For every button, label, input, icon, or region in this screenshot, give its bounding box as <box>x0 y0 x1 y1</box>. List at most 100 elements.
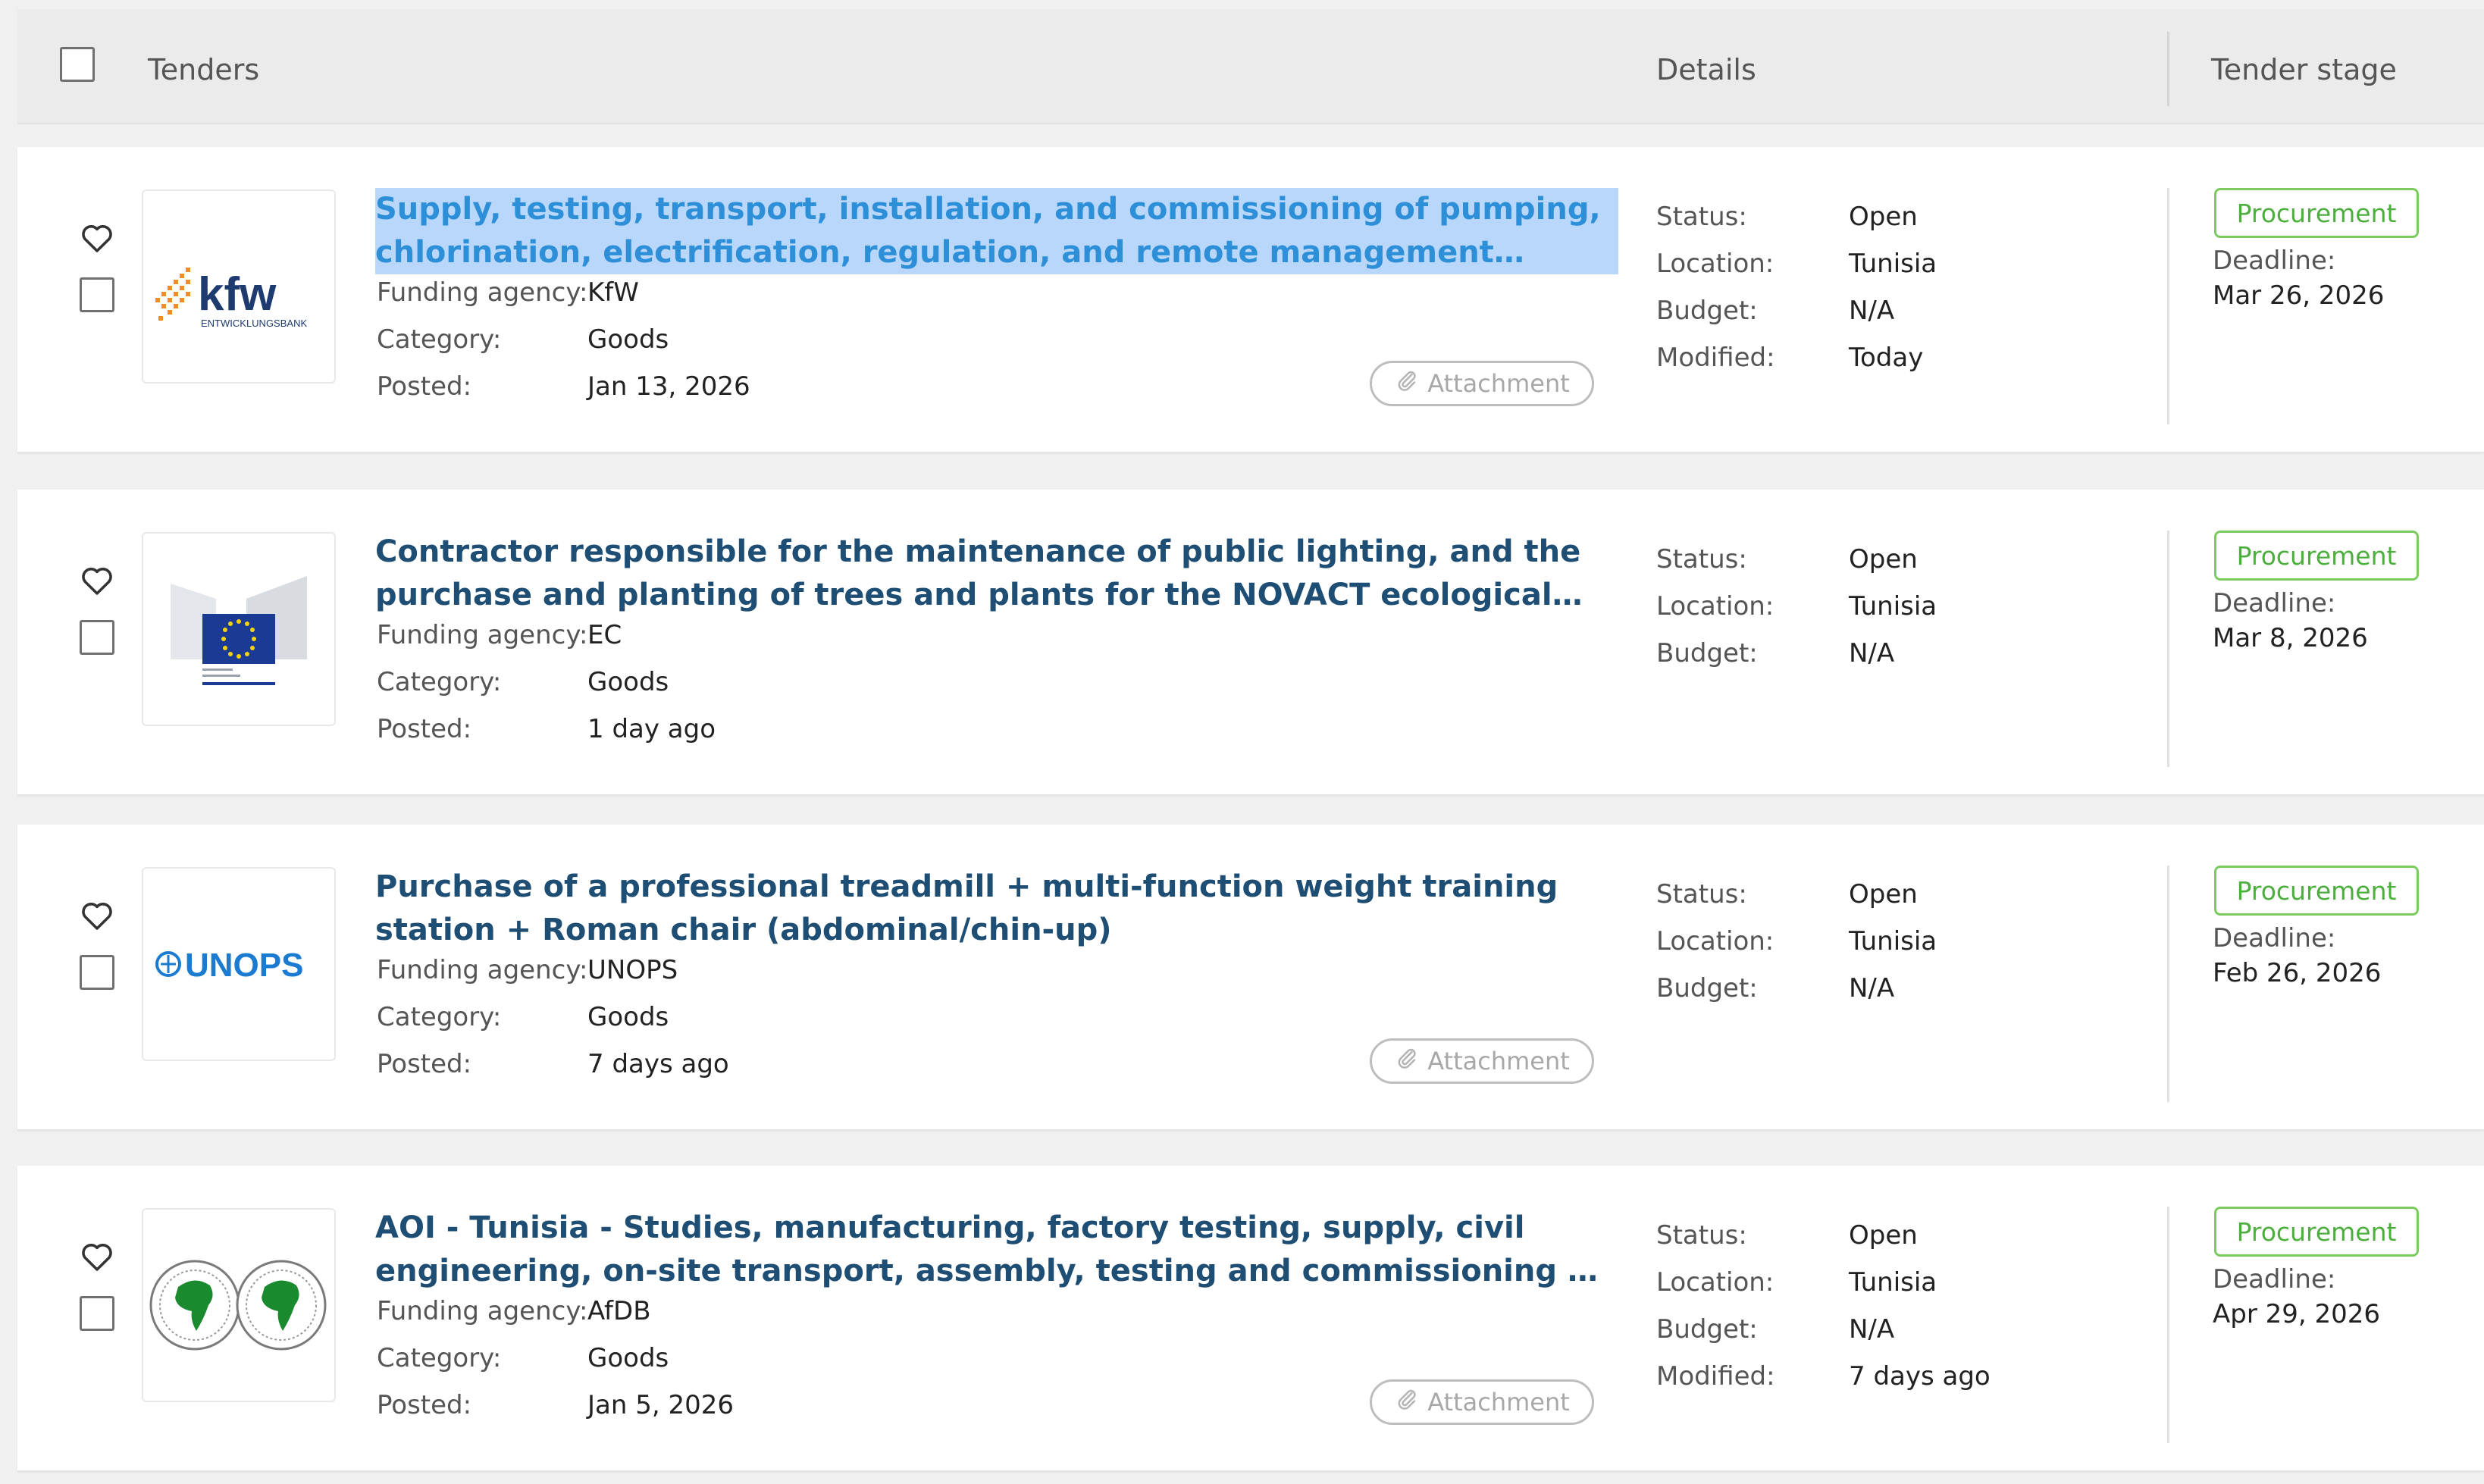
tender-checkbox[interactable] <box>80 277 114 312</box>
funding-agency-value: UNOPS <box>587 955 678 985</box>
tender-card: AOI - Tunisia - Studies, manufacturing, … <box>17 1166 2484 1472</box>
heart-icon[interactable] <box>78 1238 116 1275</box>
heart-icon[interactable] <box>78 562 116 599</box>
stage-badge: Procurement <box>2214 188 2419 238</box>
modified-value: 7 days ago <box>1849 1361 1991 1392</box>
tender-card: Contractor responsible for the maintenan… <box>17 490 2484 796</box>
funding-agency-label: Funding agency: <box>377 277 588 308</box>
attachment-button[interactable]: Attachment <box>1370 361 1594 406</box>
category-value: Goods <box>587 667 669 697</box>
posted-label: Posted: <box>377 371 472 402</box>
posted-value: 7 days ago <box>587 1049 729 1079</box>
location-value: Tunisia <box>1849 926 1937 956</box>
deadline-label: Deadline: <box>2213 1264 2336 1295</box>
category-label: Category: <box>377 324 502 355</box>
category-label: Category: <box>377 1002 502 1032</box>
stage-badge: Procurement <box>2214 531 2419 581</box>
posted-label: Posted: <box>377 1390 472 1420</box>
deadline-value: Mar 26, 2026 <box>2213 280 2385 311</box>
status-label: Status: <box>1656 879 1747 909</box>
paperclip-icon <box>1394 1386 1420 1418</box>
column-divider <box>2167 32 2169 106</box>
kfw-wordmark: kfw <box>198 268 277 321</box>
modified-label: Modified: <box>1656 343 1775 373</box>
status-value: Open <box>1849 1220 1918 1251</box>
paperclip-icon <box>1394 368 1420 399</box>
location-value: Tunisia <box>1849 591 1937 621</box>
tender-card: kfw ENTWICKLUNGSBANK Supply, testing, tr… <box>17 147 2484 453</box>
category-value: Goods <box>587 1002 669 1032</box>
tender-checkbox[interactable] <box>80 620 114 655</box>
status-label: Status: <box>1656 202 1747 232</box>
tender-checkbox[interactable] <box>80 1296 114 1331</box>
budget-value: N/A <box>1849 296 1895 326</box>
category-label: Category: <box>377 667 502 697</box>
location-label: Location: <box>1656 1267 1775 1298</box>
kfw-subtitle: ENTWICKLUNGSBANK <box>201 318 307 329</box>
attachment-label: Attachment <box>1427 1388 1570 1417</box>
tender-title-link[interactable]: Purchase of a professional treadmill + m… <box>375 866 1618 952</box>
status-label: Status: <box>1656 1220 1747 1251</box>
posted-value: 1 day ago <box>587 714 716 744</box>
budget-value: N/A <box>1849 973 1895 1003</box>
funding-agency-value: KfW <box>587 277 639 308</box>
location-label: Location: <box>1656 249 1775 279</box>
unops-wordmark: UNOPS <box>185 947 303 984</box>
tender-card: UNOPS Purchase of a professional treadmi… <box>17 825 2484 1131</box>
attachment-button[interactable]: Attachment <box>1370 1379 1594 1425</box>
status-value: Open <box>1849 544 1918 575</box>
category-value: Goods <box>587 1343 669 1373</box>
column-divider <box>2167 531 2169 767</box>
location-value: Tunisia <box>1849 1267 1937 1298</box>
kfw-logo: kfw ENTWICKLUNGSBANK <box>142 189 336 384</box>
deadline-value: Apr 29, 2026 <box>2213 1299 2381 1329</box>
column-divider <box>2167 188 2169 424</box>
paperclip-icon <box>1394 1045 1420 1077</box>
budget-label: Budget: <box>1656 296 1758 326</box>
category-value: Goods <box>587 324 669 355</box>
budget-value: N/A <box>1849 1314 1895 1345</box>
unops-logo: UNOPS <box>142 867 336 1061</box>
posted-label: Posted: <box>377 1049 472 1079</box>
location-label: Location: <box>1656 591 1775 621</box>
funding-agency-label: Funding agency: <box>377 1296 588 1326</box>
category-label: Category: <box>377 1343 502 1373</box>
deadline-value: Feb 26, 2026 <box>2213 958 2382 988</box>
heart-icon[interactable] <box>78 897 116 934</box>
stage-badge: Procurement <box>2214 1207 2419 1257</box>
column-divider <box>2167 866 2169 1102</box>
modified-label: Modified: <box>1656 1361 1775 1392</box>
tender-title-link[interactable]: Supply, testing, transport, installation… <box>375 188 1618 274</box>
attachment-button[interactable]: Attachment <box>1370 1038 1594 1084</box>
tender-title-link[interactable]: AOI - Tunisia - Studies, manufacturing, … <box>375 1207 1618 1293</box>
attachment-label: Attachment <box>1427 1047 1570 1075</box>
table-header: Tenders Details Tender stage <box>17 9 2484 124</box>
deadline-label: Deadline: <box>2213 923 2336 953</box>
afdb-logo <box>142 1208 336 1402</box>
heart-icon[interactable] <box>78 220 116 256</box>
deadline-label: Deadline: <box>2213 246 2336 276</box>
tender-checkbox[interactable] <box>80 955 114 990</box>
tender-stage-column-header[interactable]: Tender stage <box>2211 53 2397 86</box>
funding-agency-value: AfDB <box>587 1296 651 1326</box>
tender-title-link[interactable]: Contractor responsible for the maintenan… <box>375 531 1618 617</box>
budget-label: Budget: <box>1656 1314 1758 1345</box>
stage-badge: Procurement <box>2214 866 2419 916</box>
attachment-label: Attachment <box>1427 369 1570 398</box>
deadline-value: Mar 8, 2026 <box>2213 623 2368 653</box>
location-value: Tunisia <box>1849 249 1937 279</box>
status-value: Open <box>1849 202 1918 232</box>
posted-label: Posted: <box>377 714 472 744</box>
details-column-header[interactable]: Details <box>1656 53 1756 86</box>
select-all-checkbox[interactable] <box>60 47 95 82</box>
modified-value: Today <box>1849 343 1924 373</box>
posted-value: Jan 13, 2026 <box>587 371 750 402</box>
column-divider <box>2167 1207 2169 1443</box>
status-label: Status: <box>1656 544 1747 575</box>
location-label: Location: <box>1656 926 1775 956</box>
deadline-label: Deadline: <box>2213 588 2336 618</box>
tenders-column-header[interactable]: Tenders <box>148 53 259 86</box>
funding-agency-label: Funding agency: <box>377 955 588 985</box>
funding-agency-label: Funding agency: <box>377 620 588 650</box>
budget-label: Budget: <box>1656 638 1758 668</box>
